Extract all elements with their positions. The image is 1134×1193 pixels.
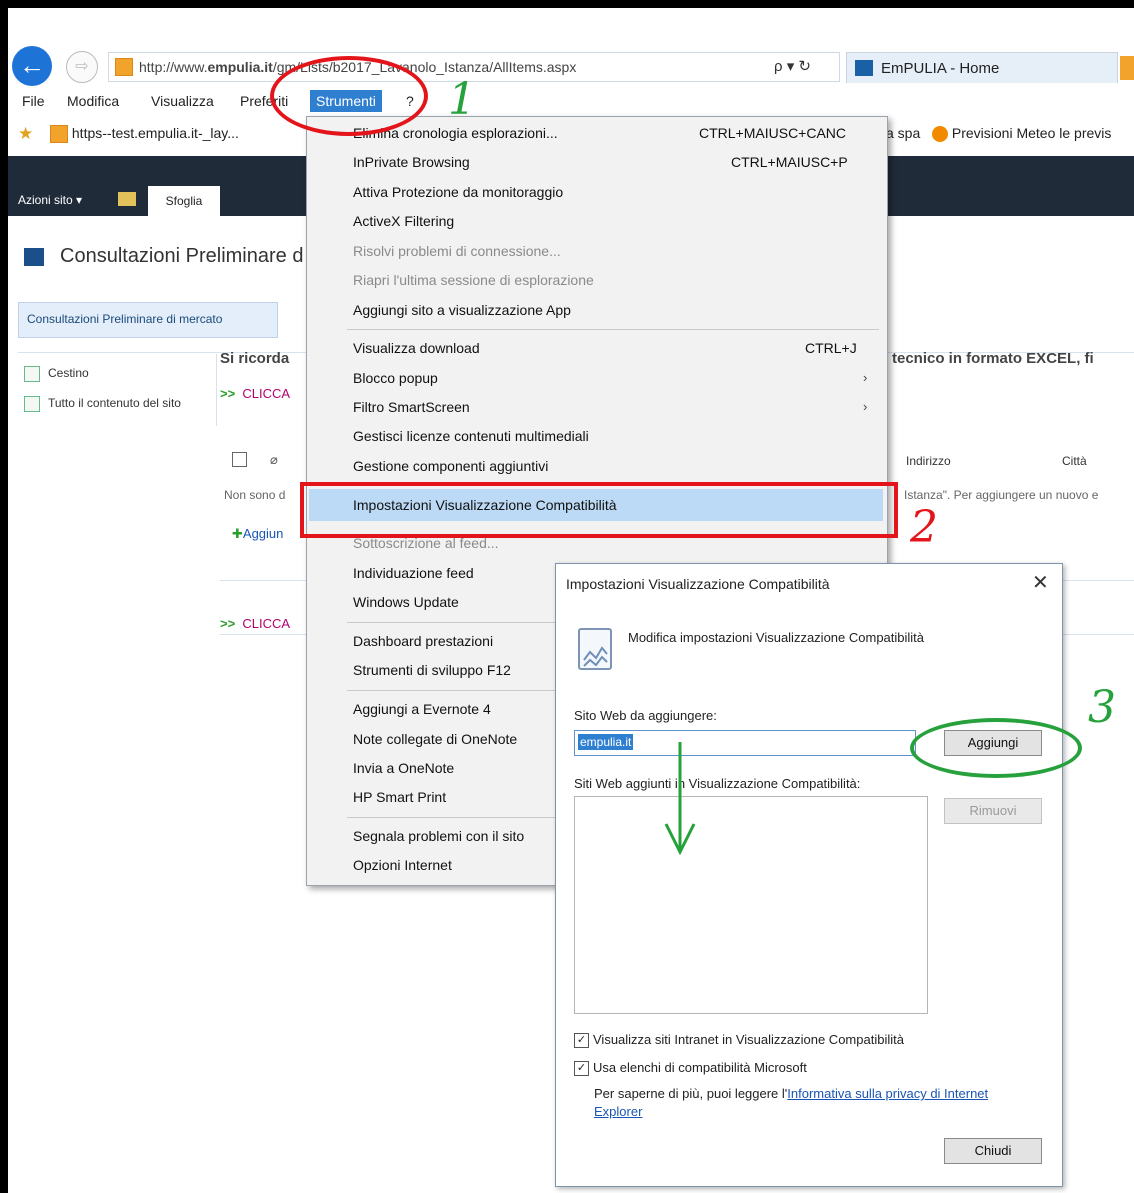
annotation-box-impostazioni bbox=[300, 482, 898, 538]
back-button[interactable]: ← bbox=[12, 46, 52, 86]
select-all-checkbox[interactable] bbox=[232, 452, 247, 467]
privacy-link[interactable]: Informativa sulla privacy di Internet bbox=[787, 1086, 988, 1101]
dialog-title: Impostazioni Visualizzazione Compatibili… bbox=[566, 576, 830, 592]
menu-windows-update[interactable]: Windows Update bbox=[353, 594, 459, 610]
nav-link-consultazioni[interactable]: Consultazioni Preliminare di mercato bbox=[27, 312, 222, 326]
added-sites-label: Siti Web aggiunti in Visualizzazione Com… bbox=[574, 776, 861, 791]
microsoft-list-checkbox[interactable]: ✓ bbox=[574, 1061, 589, 1077]
new-tab-icon[interactable] bbox=[1120, 56, 1134, 80]
divider-vertical bbox=[216, 354, 217, 426]
compatibility-dialog: Impostazioni Visualizzazione Compatibili… bbox=[555, 563, 1063, 1187]
empty-list-text-right: Istanza". Per aggiungere un nuovo e bbox=[904, 488, 1099, 502]
menu-activex-filtering[interactable]: ActiveX Filtering bbox=[353, 213, 454, 229]
menu-opzioni-internet[interactable]: Opzioni Internet bbox=[353, 857, 452, 873]
meteo-icon bbox=[932, 126, 948, 143]
annotation-arrow-down bbox=[664, 742, 696, 856]
clicca-link-2[interactable]: >> CLICCA bbox=[220, 616, 290, 631]
chevron-right-icon: › bbox=[863, 370, 868, 385]
broken-page-icon bbox=[583, 646, 608, 667]
site-to-add-label: Sito Web da aggiungere: bbox=[574, 708, 717, 723]
tab-sfoglia[interactable]: Sfoglia bbox=[148, 186, 220, 216]
added-sites-list[interactable] bbox=[574, 796, 928, 1014]
menu-filtro-smartscreen[interactable]: Filtro SmartScreen bbox=[353, 399, 470, 415]
azioni-sito-menu[interactable]: Azioni sito ▾ bbox=[18, 193, 82, 207]
forward-button[interactable]: ⇨ bbox=[66, 51, 98, 83]
dialog-heading: Modifica impostazioni Visualizzazione Co… bbox=[628, 630, 925, 645]
menu-hp-smart-print[interactable]: HP Smart Print bbox=[353, 789, 446, 805]
clicca-link-1[interactable]: >> CLICCA bbox=[220, 386, 290, 401]
quicklaunch-tutto[interactable]: Tutto il contenuto del sito bbox=[24, 396, 181, 412]
annotation-circle-aggiungi bbox=[910, 718, 1082, 778]
column-indirizzo[interactable]: Indirizzo bbox=[906, 454, 951, 468]
notice-text: Si ricorda bbox=[220, 350, 290, 367]
shortcut-download: CTRL+J bbox=[805, 340, 857, 356]
annotation-step-1: 1 bbox=[448, 74, 476, 125]
menu-risolvi-problemi: Risolvi problemi di connessione... bbox=[353, 243, 561, 259]
menu-individuazione-feed[interactable]: Individuazione feed bbox=[353, 565, 474, 581]
page-title: Consultazioni Preliminare d bbox=[60, 245, 304, 267]
menu-visualizza-download[interactable]: Visualizza download bbox=[353, 340, 480, 356]
remove-button: Rimuovi bbox=[944, 798, 1042, 824]
screen-border-top bbox=[0, 0, 1134, 8]
folder-icon[interactable] bbox=[118, 192, 136, 206]
site-content-icon bbox=[24, 396, 40, 412]
empty-list-text: Non sono d bbox=[224, 488, 286, 502]
menu-blocco-popup[interactable]: Blocco popup bbox=[353, 370, 438, 386]
favorite-item-3[interactable]: Previsioni Meteo le previs bbox=[932, 125, 1111, 143]
favorites-star-icon[interactable]: ★ bbox=[18, 124, 33, 144]
intranet-checkbox-row[interactable]: ✓ Visualizza siti Intranet in Visualizzaz… bbox=[574, 1032, 904, 1049]
site-favicon bbox=[115, 58, 133, 76]
recycle-bin-icon bbox=[24, 366, 40, 382]
empulia-logo-icon bbox=[855, 60, 873, 76]
menu-componenti-aggiuntivi[interactable]: Gestione componenti aggiuntivi bbox=[353, 458, 548, 474]
intranet-checkbox[interactable]: ✓ bbox=[574, 1033, 589, 1049]
microsoft-list-checkbox-row[interactable]: ✓ Usa elenchi di compatibilità Microsoft bbox=[574, 1060, 807, 1077]
privacy-link-continued[interactable]: Explorer bbox=[594, 1104, 642, 1119]
menu-inprivate[interactable]: InPrivate Browsing bbox=[353, 154, 470, 170]
compatibility-view-icon bbox=[578, 628, 612, 670]
tab-title: EmPULIA - Home bbox=[881, 60, 1000, 77]
column-citta[interactable]: Città bbox=[1062, 454, 1087, 468]
menu-aggiungi-app[interactable]: Aggiungi sito a visualizzazione App bbox=[353, 302, 571, 318]
menu-strumenti-sviluppo[interactable]: Strumenti di sviluppo F12 bbox=[353, 662, 511, 678]
chevron-right-icon: › bbox=[863, 399, 868, 414]
annotation-step-3: 3 bbox=[1088, 682, 1116, 733]
menu-riapri-sessione: Riapri l'ultima sessione di esplorazione bbox=[353, 272, 594, 288]
add-item-link[interactable]: ✚Aggiun bbox=[232, 526, 283, 542]
menu-invia-onenote[interactable]: Invia a OneNote bbox=[353, 760, 454, 776]
plus-icon: ✚ bbox=[232, 526, 243, 541]
site-to-add-value: empulia.it bbox=[578, 734, 634, 750]
annotation-circle-strumenti bbox=[270, 56, 428, 136]
annotation-step-2: 2 bbox=[910, 502, 938, 553]
menu-visualizza[interactable]: Visualizza bbox=[151, 93, 214, 109]
favorite-favicon bbox=[50, 125, 68, 144]
close-button[interactable]: Chiudi bbox=[944, 1138, 1042, 1164]
privacy-info-text: Per saperne di più, puoi leggere l'Infor… bbox=[594, 1086, 989, 1101]
notice-text-right: tecnico in formato EXCEL, fi bbox=[892, 350, 1094, 367]
attachment-icon: ⌀ bbox=[270, 452, 278, 467]
menu-note-onenote[interactable]: Note collegate di OneNote bbox=[353, 731, 517, 747]
close-icon[interactable]: ✕ bbox=[1032, 570, 1049, 595]
sharepoint-site-icon bbox=[24, 248, 44, 266]
menu-bar: File Modifica Visualizza Preferiti Strum… bbox=[8, 90, 1134, 114]
menu-modifica[interactable]: Modifica bbox=[67, 93, 119, 109]
shortcut-elimina: CTRL+MAIUSC+CANC bbox=[699, 125, 847, 141]
menu-segnala-problemi[interactable]: Segnala problemi con il sito bbox=[353, 828, 524, 844]
address-tools[interactable]: ρ ▾ ↻ bbox=[774, 57, 811, 75]
menu-file[interactable]: File bbox=[22, 93, 45, 109]
site-to-add-input[interactable]: empulia.it bbox=[574, 730, 916, 756]
menu-protezione-monitoraggio[interactable]: Attiva Protezione da monitoraggio bbox=[353, 184, 563, 200]
menu-dashboard[interactable]: Dashboard prestazioni bbox=[353, 633, 493, 649]
menu-separator bbox=[347, 329, 879, 330]
screen-border-left bbox=[0, 0, 8, 1193]
menu-licenze[interactable]: Gestisci licenze contenuti multimediali bbox=[353, 428, 589, 444]
quicklaunch-cestino[interactable]: Cestino bbox=[24, 366, 89, 382]
favorite-item-1[interactable]: https--test.empulia.it-_lay... bbox=[50, 125, 239, 144]
menu-evernote[interactable]: Aggiungi a Evernote 4 bbox=[353, 701, 491, 717]
favorite-item-2[interactable]: a spa bbox=[886, 125, 920, 141]
browser-tab[interactable]: EmPULIA - Home bbox=[846, 52, 1118, 83]
top-nav-bar: Consultazioni Preliminare di mercato bbox=[18, 302, 278, 338]
shortcut-inprivate: CTRL+MAIUSC+P bbox=[731, 154, 848, 170]
